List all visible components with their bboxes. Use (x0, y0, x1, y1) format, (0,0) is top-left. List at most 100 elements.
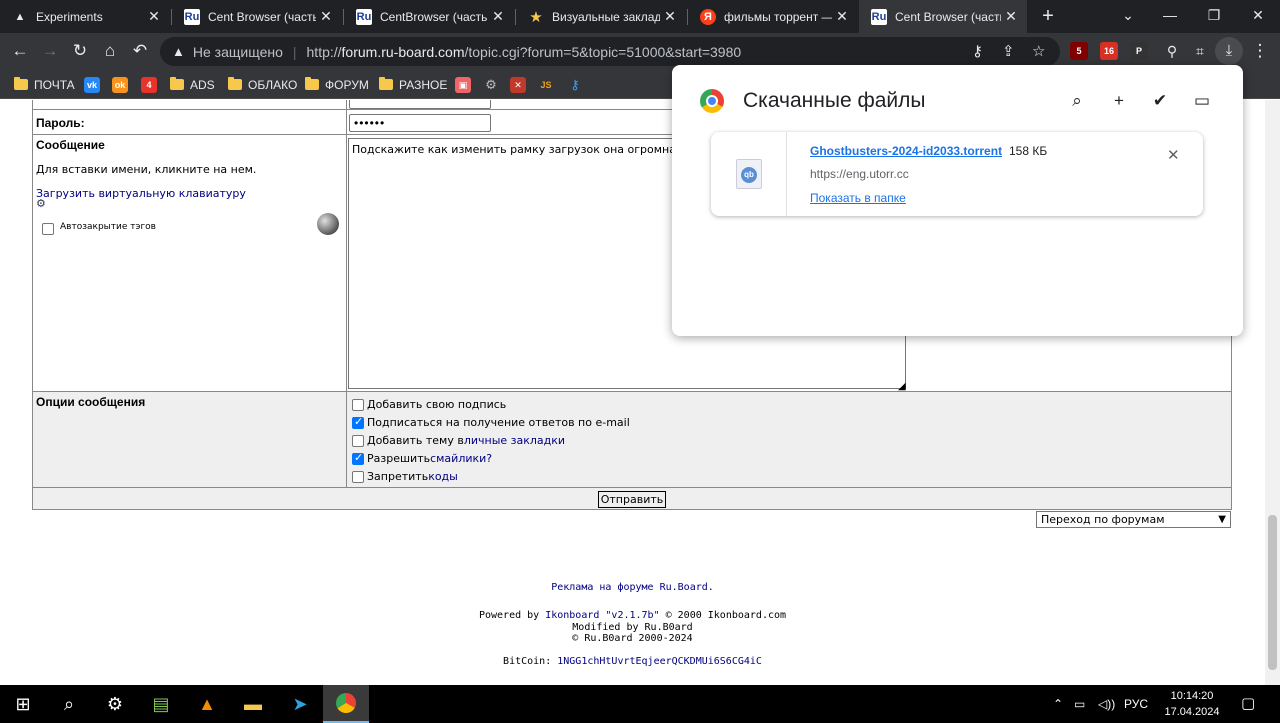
crop-icon[interactable]: ⌗ (1186, 37, 1214, 65)
username-field[interactable] (349, 100, 491, 109)
tab-visual-bookmarks[interactable]: ★ Визуальные закладк ✕ (516, 0, 686, 33)
key-icon[interactable]: ⚷ (972, 37, 983, 66)
option-signature[interactable]: Добавить свою подпись (352, 398, 506, 411)
address-bar[interactable]: ▲ Не защищено | http://forum.ru-board.co… (160, 37, 1060, 66)
bookmark-pochta[interactable]: ПОЧТА (14, 76, 75, 93)
tab-search-icon[interactable]: ⌄ (1106, 0, 1150, 33)
option-subscribe[interactable]: Подписаться на получение ответов по e-ma… (352, 415, 630, 429)
download-file-name[interactable]: Ghostbusters-2024-id2033.torrent (810, 144, 1002, 158)
close-tab-icon[interactable]: ✕ (488, 8, 508, 25)
clock[interactable]: 10:14:2017.04.2024 Ср (1157, 688, 1227, 723)
forward-button[interactable]: → (36, 37, 64, 65)
close-tab-icon[interactable]: ✕ (1001, 8, 1021, 25)
bookmark-app-icon[interactable]: ▣ (455, 76, 471, 93)
vk-icon[interactable]: vk (84, 76, 100, 93)
close-tab-icon[interactable]: ✕ (832, 8, 852, 25)
bitcoin-address[interactable]: 1NGG1chHtUvrtEqjeerQCKDMUi6S6CG4iC (557, 656, 762, 667)
notifications-icon[interactable]: ▢ (1241, 685, 1255, 723)
close-window-button[interactable]: ✕ (1236, 0, 1280, 33)
settings-bookmark-icon[interactable]: ⚙ (483, 76, 499, 93)
bookmark-raznoe[interactable]: РАЗНОЕ (379, 76, 447, 93)
network-icon[interactable]: ▭ (1074, 685, 1085, 723)
smilies-checkbox[interactable] (352, 451, 364, 465)
ublock-icon[interactable]: 5 (1070, 42, 1088, 60)
bookmarks-checkbox[interactable] (352, 434, 364, 447)
language-indicator[interactable]: РУС (1124, 685, 1148, 723)
tab-cent-browser-5[interactable]: Ru Cent Browser (часть 5 ✕ (172, 0, 342, 33)
file-explorer-icon[interactable]: ▬ (230, 685, 276, 723)
subscribe-checkbox[interactable] (352, 415, 364, 429)
close-tab-icon[interactable]: ✕ (660, 8, 680, 25)
windows-start-icon[interactable]: ⊞ (0, 685, 46, 723)
smilies-link[interactable]: смайлики? (430, 452, 492, 465)
menu-icon[interactable]: ⋮ (1246, 37, 1274, 65)
extension-icon[interactable]: 16 (1100, 42, 1118, 60)
password-field[interactable]: •••••• (349, 114, 491, 132)
forum-jump-select[interactable]: Переход по форумам ▼ (1036, 511, 1231, 528)
settings-gear-icon[interactable]: ⚙ (92, 685, 138, 723)
cent-browser-taskbar-icon[interactable] (323, 685, 369, 723)
close-tab-icon[interactable]: ✕ (316, 8, 336, 25)
star-icon: ★ (529, 8, 543, 26)
tab-films-torrent[interactable]: Я фильмы торрент — ✕ (688, 0, 858, 33)
home-button[interactable]: ⌂ (96, 37, 124, 65)
download-icon[interactable]: ⤓ (1215, 37, 1243, 65)
notepad-icon[interactable]: ▤ (138, 685, 184, 723)
maximize-button[interactable]: ❐ (1192, 0, 1236, 33)
codes-checkbox[interactable] (352, 470, 364, 483)
bookmark-forum[interactable]: ФОРУМ (305, 76, 369, 93)
js-bookmark-icon[interactable]: JS (538, 76, 554, 93)
autoclose-checkbox[interactable] (42, 220, 57, 238)
minimize-button[interactable]: — (1148, 0, 1192, 33)
show-in-folder-link[interactable]: Показать в папке (810, 191, 906, 205)
virtual-keyboard-link[interactable]: Загрузить виртуальную клавиатуру (36, 187, 246, 200)
telegram-icon[interactable]: ➤ (277, 685, 323, 723)
ikonboard-link[interactable]: Ikonboard "v2.1.7b" (545, 610, 659, 621)
search-icon[interactable]: ⌕ (1065, 89, 1089, 113)
undo-close-button[interactable]: ↶ (126, 37, 154, 65)
odnoklassniki-icon[interactable]: ok (112, 76, 128, 93)
signature-checkbox[interactable] (352, 398, 364, 411)
share-icon[interactable]: ⇪ (1002, 37, 1015, 66)
tab-cent-browser-active[interactable]: Ru Cent Browser (часть 5 ✕ (859, 0, 1027, 33)
tray-chevron-icon[interactable]: ⌃ (1053, 685, 1063, 723)
submit-button[interactable]: Отправить (598, 491, 666, 508)
back-button[interactable]: ← (6, 37, 34, 65)
extensions-puzzle-icon[interactable]: ⚲ (1158, 37, 1186, 65)
tab-centbrowser-2[interactable]: Ru CentBrowser (часть 2 ✕ (344, 0, 514, 33)
insert-name-hint: Для вставки имени, кликните на нем. (36, 163, 257, 176)
bookmark-ext-icon[interactable]: ✕ (510, 76, 526, 93)
clear-broom-icon[interactable]: ✔ (1148, 89, 1172, 113)
pm-extension-icon[interactable]: P (1130, 42, 1148, 60)
bookmark-oblako[interactable]: ОБЛАКО (228, 76, 297, 93)
bookmark-ads[interactable]: ADS (170, 76, 215, 93)
codes-link[interactable]: коды (428, 470, 458, 483)
password-label: Пароль: (36, 116, 85, 130)
key-bookmark-icon[interactable]: ⚷ (567, 76, 583, 93)
add-icon[interactable]: + (1107, 89, 1131, 113)
resize-handle-icon[interactable]: ◢ (898, 381, 906, 392)
search-taskbar-icon[interactable]: ⌕ (46, 685, 92, 723)
gear-small-icon[interactable]: ⚙ (36, 197, 46, 210)
option-codes[interactable]: Запретить коды (352, 470, 458, 483)
close-icon[interactable]: ✕ (1167, 146, 1180, 164)
security-label[interactable]: Не защищено (193, 44, 283, 60)
page-scrollbar[interactable] (1265, 100, 1280, 685)
tab-experiments[interactable]: ▲ Experiments ✕ (0, 0, 170, 33)
volume-icon[interactable]: ◁)) (1098, 685, 1115, 723)
smiley-ball-icon[interactable] (317, 213, 339, 235)
scrollbar-thumb[interactable] (1268, 515, 1277, 670)
option-smilies[interactable]: Разрешить смайлики? (352, 451, 492, 465)
star-bookmark-icon[interactable]: ☆ (1032, 37, 1045, 66)
close-tab-icon[interactable]: ✕ (144, 8, 164, 25)
option-bookmarks[interactable]: Добавить тему в личные закладки (352, 434, 565, 447)
reload-button[interactable]: ↻ (66, 37, 94, 65)
new-tab-button[interactable]: + (1037, 5, 1059, 27)
warning-icon[interactable]: ▲ (172, 44, 185, 59)
vlc-icon[interactable]: ▲ (184, 685, 230, 723)
folder-icon[interactable]: ▭ (1190, 89, 1214, 113)
personal-bookmarks-link[interactable]: личные закладки (464, 434, 565, 447)
bookmark-red-icon[interactable]: 4 (141, 76, 157, 93)
options-row: Опции сообщения (32, 392, 1232, 488)
footer-ad[interactable]: Реклама на форуме Ru.Board. (0, 582, 1265, 593)
